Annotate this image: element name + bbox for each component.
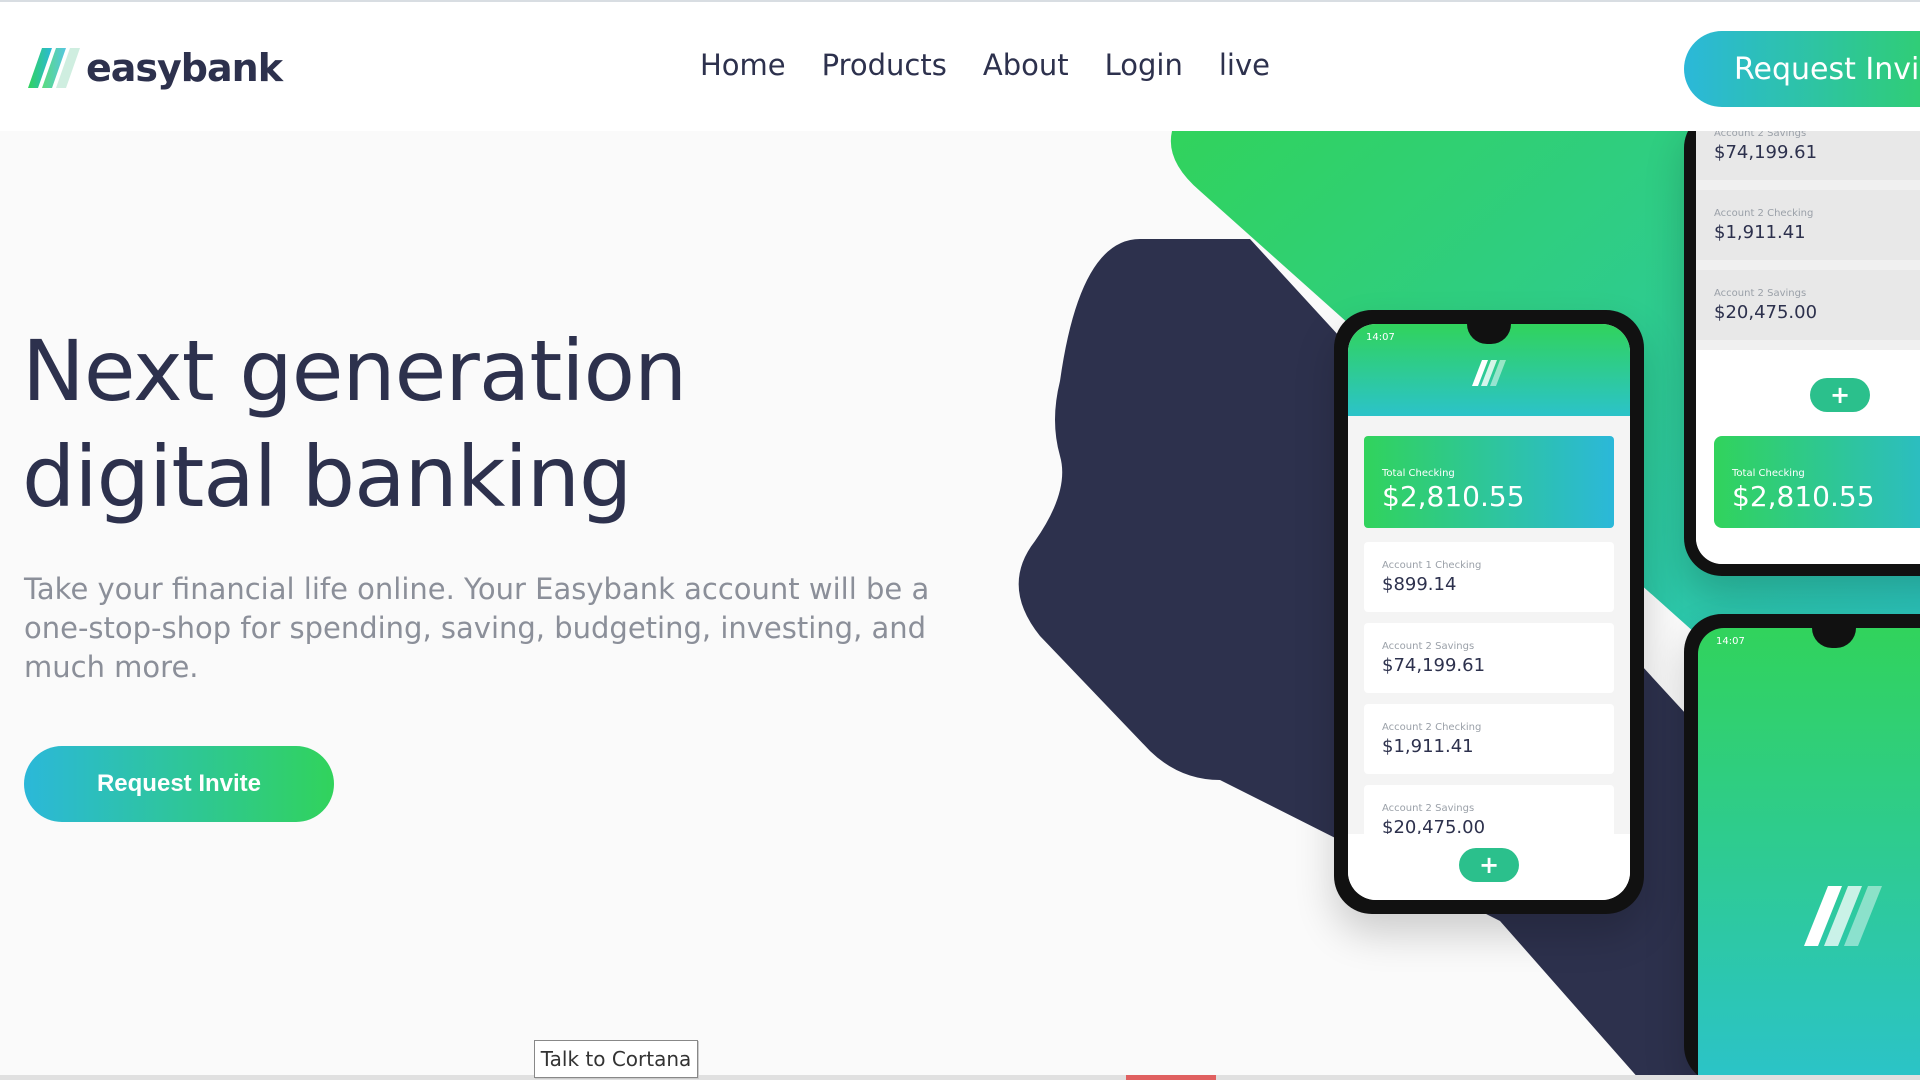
main-plus-icon: +: [1459, 848, 1519, 882]
phone-notch-bottom: [1812, 628, 1856, 648]
cortana-tooltip: Talk to Cortana: [534, 1040, 698, 1078]
app-logo-icon: [1472, 360, 1506, 386]
nav-about[interactable]: About: [983, 48, 1069, 82]
main-total-checking-card: Total Checking $2,810.55: [1364, 436, 1614, 528]
main-phone-header: 14:07: [1348, 324, 1630, 416]
phone-mockup-main: 14:07 Total Checking $2,810.55 Account 1…: [1334, 310, 1644, 914]
main-account-row-2: Account 2 Savings $74,199.61: [1364, 623, 1614, 693]
site-header: easybank Home Products About Login live …: [0, 0, 1920, 131]
app-logo-large-icon: [1804, 886, 1882, 946]
nav-products[interactable]: Products: [822, 48, 947, 82]
brand-logo[interactable]: easybank: [28, 46, 283, 90]
taskbar-edge: [0, 1075, 1920, 1080]
taskbar-indicator: [1126, 1075, 1216, 1080]
brand-name: easybank: [86, 46, 283, 90]
header-request-invite-button[interactable]: Request Invite: [1684, 31, 1920, 107]
hero-title-line-1: Next generation: [22, 322, 687, 420]
main-nav: Home Products About Login live: [700, 48, 1270, 82]
back-account-row-3: Account 2 Savings $20,475.00: [1696, 270, 1920, 340]
back-total-checking-card: Total Checking $2,810.55: [1714, 436, 1920, 528]
hero-request-invite-button[interactable]: Request Invite: [24, 746, 334, 822]
main-account-row-1: Account 1 Checking $899.14: [1364, 542, 1614, 612]
hero-title-line-2: digital banking: [22, 428, 632, 526]
hero-description: Take your financial life online. Your Ea…: [24, 572, 930, 684]
phone-mockup-back: Account 2 Savings $74,199.61 Account 2 C…: [1684, 110, 1920, 576]
main-account-row-3: Account 2 Checking $1,911.41: [1364, 704, 1614, 774]
nav-live[interactable]: live: [1219, 48, 1270, 82]
nav-login[interactable]: Login: [1105, 48, 1183, 82]
phone-mockup-bottom: 14:07: [1684, 614, 1920, 1080]
easybank-logo-icon: [28, 48, 80, 88]
back-plus-icon: +: [1810, 378, 1870, 412]
phone-notch: [1467, 324, 1511, 344]
hero-title: Next generation digital banking: [22, 318, 687, 530]
back-account-row-2: Account 2 Checking $1,911.41: [1696, 190, 1920, 260]
nav-home[interactable]: Home: [700, 48, 786, 82]
